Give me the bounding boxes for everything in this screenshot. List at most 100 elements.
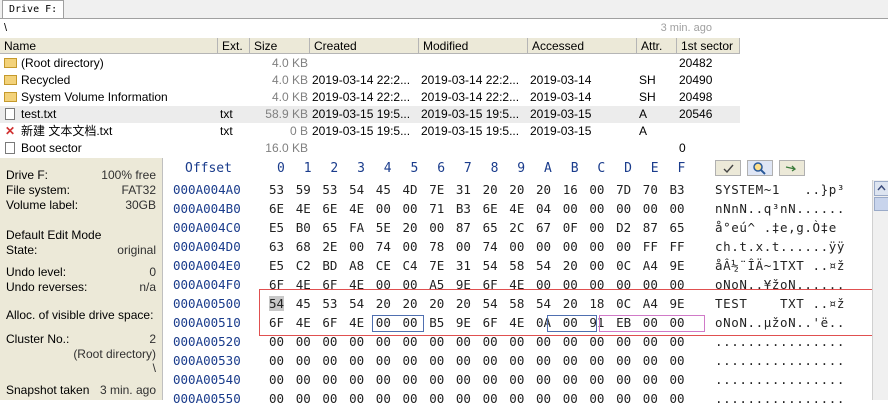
hex-byte[interactable]: 00 (670, 334, 685, 349)
hex-byte[interactable]: 6E (322, 201, 337, 216)
hex-byte[interactable]: 00 (616, 334, 631, 349)
hex-ascii[interactable]: ch.t.x.t......ÿÿ (715, 239, 845, 254)
hex-byte[interactable]: 00 (536, 353, 551, 368)
hex-byte[interactable]: 54 (483, 258, 498, 273)
hex-byte[interactable]: A4 (643, 296, 658, 311)
hex-byte[interactable]: 4E (349, 277, 364, 292)
hex-byte[interactable]: A5 (429, 277, 444, 292)
hex-byte[interactable]: 00 (376, 201, 391, 216)
hex-byte[interactable]: 00 (536, 277, 551, 292)
hex-byte[interactable]: 00 (349, 353, 364, 368)
hex-byte[interactable]: 00 (643, 391, 658, 406)
hex-byte[interactable]: 20 (456, 296, 471, 311)
hex-byte[interactable]: 00 (563, 334, 578, 349)
hex-byte[interactable]: 00 (483, 353, 498, 368)
hex-byte[interactable]: 4E (509, 201, 524, 216)
hex-byte[interactable]: 45 (296, 296, 311, 311)
hex-byte[interactable]: 4E (296, 201, 311, 216)
hex-byte[interactable]: 00 (509, 391, 524, 406)
hex-byte[interactable]: 00 (616, 391, 631, 406)
hex-byte[interactable]: 00 (563, 391, 578, 406)
hex-byte[interactable]: 87 (456, 220, 471, 235)
hex-byte[interactable]: 2C (509, 220, 524, 235)
hex-byte[interactable]: 00 (643, 201, 658, 216)
hex-byte[interactable]: 00 (563, 372, 578, 387)
hex-byte[interactable]: 00 (403, 239, 418, 254)
hex-byte[interactable]: 00 (643, 315, 658, 330)
hex-byte[interactable]: 6E (269, 201, 284, 216)
hex-ascii[interactable]: nNnN..q³nN...... (715, 201, 845, 216)
hex-byte[interactable]: FF (670, 239, 685, 254)
hex-ascii[interactable]: TEST TXT ..¤ž (715, 296, 845, 311)
hex-byte[interactable]: 00 (429, 391, 444, 406)
hex-byte[interactable]: 00 (483, 334, 498, 349)
column-header-attr[interactable]: Attr. (637, 38, 677, 54)
hex-byte[interactable]: 00 (376, 353, 391, 368)
hex-byte[interactable]: 00 (483, 391, 498, 406)
column-header-modified[interactable]: Modified (419, 38, 528, 54)
hex-byte[interactable]: 0A (536, 315, 551, 330)
hex-byte[interactable]: 6F (322, 315, 337, 330)
hex-byte[interactable]: 53 (322, 182, 337, 197)
hex-byte[interactable]: 00 (589, 201, 604, 216)
hex-byte[interactable]: 00 (670, 391, 685, 406)
column-header-ext[interactable]: Ext. (218, 38, 250, 54)
hex-byte[interactable]: 00 (269, 353, 284, 368)
hex-byte[interactable]: 00 (670, 353, 685, 368)
hex-byte[interactable]: C2 (296, 258, 311, 273)
hex-byte[interactable]: 53 (322, 296, 337, 311)
hex-ascii[interactable]: åÂ½¨ÎÄ~1TXT ..¤ž (715, 258, 845, 273)
hex-byte[interactable]: 31 (456, 182, 471, 197)
file-row[interactable]: (Root directory) 4.0 KB 20482 (0, 55, 740, 72)
hex-ascii[interactable]: å°eú^ .‡e,g.Ò‡e (715, 220, 837, 235)
hex-byte[interactable]: 00 (509, 239, 524, 254)
hex-byte[interactable]: 20 (403, 296, 418, 311)
hex-byte[interactable]: 0C (616, 296, 631, 311)
hex-byte[interactable]: 20 (536, 182, 551, 197)
hex-byte[interactable]: 00 (589, 334, 604, 349)
hex-byte[interactable]: 00 (589, 353, 604, 368)
hex-byte[interactable]: 59 (296, 182, 311, 197)
hex-byte[interactable]: B0 (296, 220, 311, 235)
column-header-accessed[interactable]: Accessed (528, 38, 637, 54)
hex-byte[interactable]: 70 (643, 182, 658, 197)
hex-byte[interactable]: 4E (349, 315, 364, 330)
hex-byte[interactable]: 00 (456, 372, 471, 387)
hex-byte[interactable]: A4 (643, 258, 658, 273)
hex-byte[interactable]: 20 (509, 182, 524, 197)
file-row[interactable]: ✕ 新建 文本文档.txt txt 0 B 2019-03-15 19:5... 2019… (0, 123, 740, 140)
hex-ascii[interactable]: ................ (715, 334, 845, 349)
hex-byte[interactable]: 54 (269, 296, 285, 311)
hex-byte[interactable]: 00 (670, 372, 685, 387)
hex-byte[interactable]: 71 (429, 201, 444, 216)
hex-byte[interactable]: BD (322, 258, 337, 273)
check-button[interactable] (715, 160, 741, 176)
hex-byte[interactable]: 16 (563, 182, 578, 197)
hex-byte[interactable]: 00 (269, 334, 284, 349)
hex-byte[interactable]: 00 (536, 372, 551, 387)
hex-byte[interactable]: 20 (376, 296, 391, 311)
hex-byte[interactable]: 00 (296, 391, 311, 406)
hex-ascii[interactable]: ................ (715, 372, 845, 387)
hex-byte[interactable]: 00 (643, 353, 658, 368)
hex-byte[interactable]: 00 (269, 372, 284, 387)
hex-ascii[interactable]: ................ (715, 391, 845, 406)
hex-byte[interactable]: 04 (536, 201, 551, 216)
hex-byte[interactable]: 7E (429, 258, 444, 273)
hex-byte[interactable]: 00 (376, 372, 391, 387)
hex-byte[interactable]: D2 (616, 220, 631, 235)
hex-byte[interactable]: 00 (322, 391, 337, 406)
hex-byte[interactable]: 54 (536, 296, 551, 311)
column-header-name[interactable]: Name (0, 38, 218, 54)
hex-byte[interactable]: 00 (616, 277, 631, 292)
hex-byte[interactable]: 00 (403, 315, 418, 330)
hex-byte[interactable]: 6F (269, 277, 284, 292)
hex-byte[interactable]: 18 (589, 296, 604, 311)
hex-byte[interactable]: 00 (563, 277, 578, 292)
hex-byte[interactable]: CE (376, 258, 391, 273)
scroll-up-button[interactable] (874, 181, 888, 196)
hex-byte[interactable]: 53 (269, 182, 284, 197)
hex-byte[interactable]: 54 (349, 296, 364, 311)
hex-byte[interactable]: 00 (563, 239, 578, 254)
hex-byte[interactable]: 00 (349, 334, 364, 349)
